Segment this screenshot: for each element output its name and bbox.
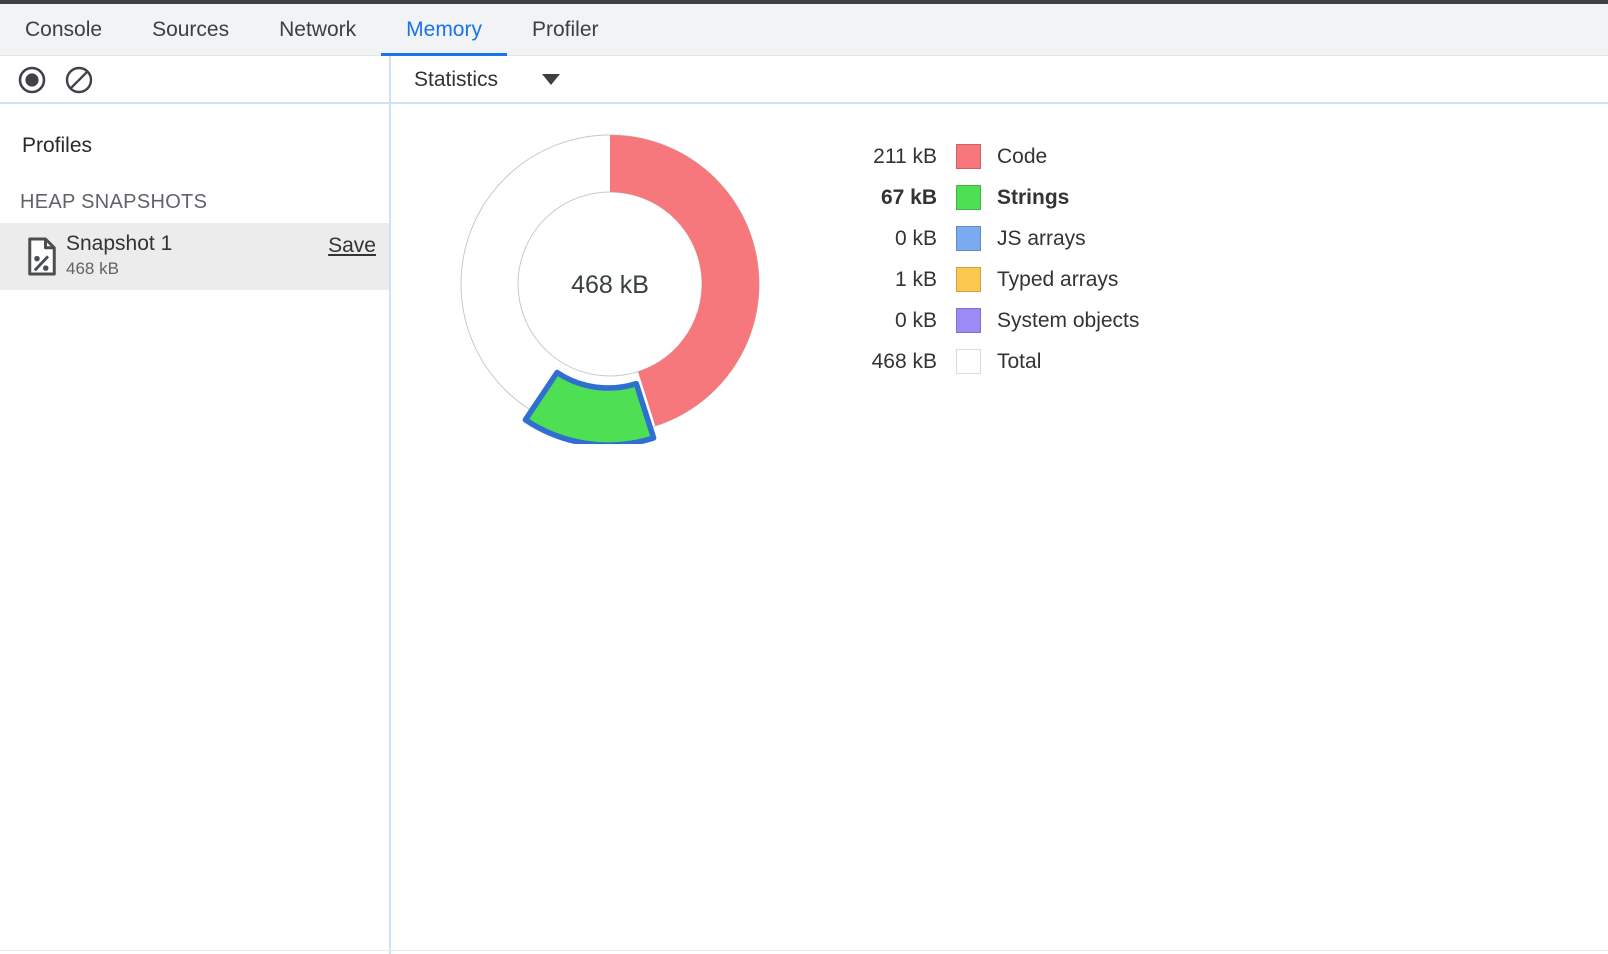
chevron-down-icon [542,74,560,85]
legend-row-typed-arrays[interactable]: 1 kB Typed arrays [859,259,1139,300]
system-objects-swatch-icon [956,308,981,333]
legend-value: 211 kB [859,145,937,169]
js-arrays-swatch-icon [956,226,981,251]
snapshot-list-item[interactable]: Snapshot 1 468 kB Save [0,223,389,290]
tab-network[interactable]: Network [254,4,381,55]
clear-icon [64,65,94,95]
snapshot-size: 468 kB [66,259,119,279]
legend-label: Code [997,145,1047,169]
legend-row-system-objects[interactable]: 0 kB System objects [859,300,1139,341]
heap-snapshots-heading: HEAP SNAPSHOTS [20,191,207,214]
legend-label: Typed arrays [997,268,1118,292]
legend-row-total[interactable]: 468 kB Total [859,341,1139,382]
legend-value: 0 kB [859,227,937,251]
toolbar: Statistics [0,57,1608,104]
tab-memory[interactable]: Memory [381,4,507,55]
legend-value: 468 kB [859,350,937,374]
tab-sources[interactable]: Sources [127,4,254,55]
heap-snapshot-file-icon [27,237,57,276]
statistics-panel: 468 kB 211 kB Code 67 kB Strings 0 kB JS… [391,104,1608,954]
view-toolbar: Statistics [391,57,1608,102]
typed-arrays-swatch-icon [956,267,981,292]
perspective-dropdown[interactable]: Statistics [406,64,568,96]
sidebar-title: Profiles [22,134,92,158]
legend-label: Strings [997,186,1069,210]
strings-swatch-icon [956,185,981,210]
bottom-hairline [0,950,1608,951]
snapshot-name: Snapshot 1 [66,232,172,256]
devtools-tabbar: Console Sources Network Memory Profiler [0,4,1608,56]
record-heap-snapshot-button[interactable] [17,65,47,95]
record-icon [17,65,47,95]
donut-total-label: 468 kB [571,271,649,299]
legend-value: 67 kB [859,186,937,210]
tab-profiler[interactable]: Profiler [507,4,624,55]
legend-row-strings[interactable]: 67 kB Strings [859,177,1139,218]
legend-label: Total [997,350,1041,374]
legend-row-code[interactable]: 211 kB Code [859,136,1139,177]
chart-legend: 211 kB Code 67 kB Strings 0 kB JS arrays… [859,136,1139,382]
profiles-toolbar [0,57,389,102]
legend-label: System objects [997,309,1139,333]
legend-value: 1 kB [859,268,937,292]
legend-row-js-arrays[interactable]: 0 kB JS arrays [859,218,1139,259]
save-link[interactable]: Save [328,234,376,258]
tab-console[interactable]: Console [0,4,127,55]
total-swatch-icon [956,349,981,374]
code-swatch-icon [956,144,981,169]
donut-slice-strings-selected[interactable] [525,373,653,445]
profiles-sidebar: Profiles HEAP SNAPSHOTS Snapshot 1 468 k… [0,104,389,954]
heap-statistics-donut-chart: 468 kB [450,124,770,444]
legend-label: JS arrays [997,227,1086,251]
legend-value: 0 kB [859,309,937,333]
perspective-dropdown-label: Statistics [414,68,498,92]
clear-profiles-button[interactable] [64,65,94,95]
